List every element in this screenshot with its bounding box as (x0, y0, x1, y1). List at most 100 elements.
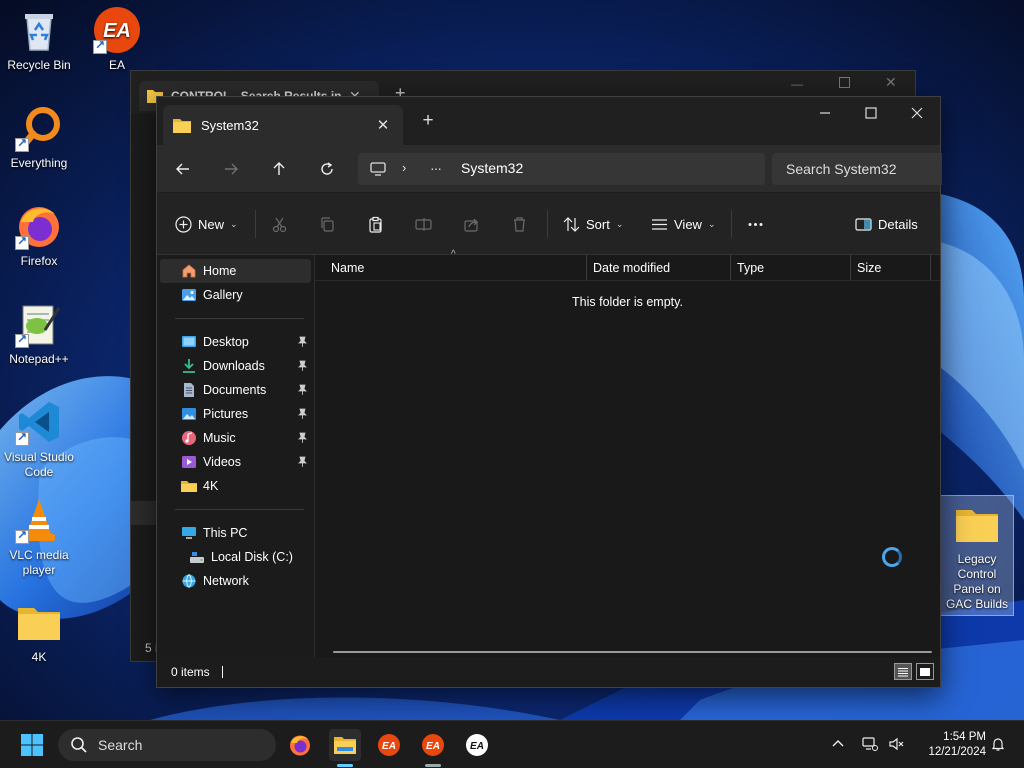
rename-button[interactable] (415, 212, 432, 236)
pin-icon[interactable] (297, 360, 308, 372)
details-view-button[interactable] (894, 663, 912, 680)
show-hidden-icons-button[interactable] (828, 734, 848, 754)
file-list-pane[interactable]: Name ^ Date modified Type Size This fold… (315, 249, 940, 657)
network-status-button[interactable] (860, 734, 880, 754)
new-button[interactable]: New ⌄ (175, 212, 238, 236)
this-pc-icon (181, 525, 197, 541)
divider (175, 509, 304, 510)
downloads-icon (181, 358, 197, 374)
paste-button[interactable] (367, 212, 384, 236)
large-icons-view-button[interactable] (916, 663, 934, 680)
clock-time: 1:54 PM (943, 731, 986, 743)
minimize-button[interactable] (802, 97, 848, 129)
desktop-icon-vlc[interactable]: VLC media player (0, 496, 78, 578)
maximize-button[interactable] (848, 97, 894, 129)
navigation-pane[interactable]: Home Gallery Desktop Downloads Documents (157, 255, 315, 657)
nav-item-downloads[interactable]: Downloads (157, 354, 314, 378)
maximize-button[interactable] (839, 77, 850, 88)
nav-item-4k[interactable]: 4K (157, 474, 314, 498)
back-button[interactable] (171, 158, 195, 180)
notifications-button[interactable] (988, 734, 1008, 754)
column-header-type[interactable]: Type (731, 254, 851, 281)
nav-item-label: Downloads (203, 359, 265, 373)
nav-item-home[interactable]: Home (160, 259, 311, 283)
nav-item-desktop[interactable]: Desktop (157, 330, 314, 354)
close-tab-icon[interactable]: ✕ (373, 116, 393, 134)
everything-search-icon (15, 104, 63, 152)
column-header-name[interactable]: Name ^ (315, 249, 587, 281)
details-pane-button[interactable]: Details (855, 212, 918, 236)
close-window-button[interactable]: ✕ (885, 74, 897, 91)
nav-item-network[interactable]: Network (157, 569, 314, 593)
nav-item-local-disk-c[interactable]: Local Disk (C:) (157, 545, 314, 569)
desktop-icon-recycle-bin[interactable]: Recycle Bin (0, 6, 78, 73)
horizontal-scrollbar[interactable] (333, 651, 932, 653)
close-window-button[interactable] (894, 97, 940, 129)
desktop-icon-ea[interactable]: EA EA (78, 6, 156, 73)
chevron-right-icon[interactable]: › (402, 160, 406, 175)
minimize-button[interactable]: — (791, 77, 803, 91)
up-button[interactable] (267, 158, 291, 180)
new-tab-button[interactable]: + (417, 111, 439, 133)
pin-icon[interactable] (297, 336, 308, 348)
desktop-icon-everything[interactable]: Everything (0, 104, 78, 171)
file-explorer-window[interactable]: System32 ✕ + › ··· System32 Search Syste… (156, 96, 942, 688)
pin-icon[interactable] (297, 432, 308, 444)
view-button[interactable]: View ⌄ (651, 212, 716, 236)
nav-item-pictures[interactable]: Pictures (157, 402, 314, 426)
pin-icon[interactable] (297, 456, 308, 468)
column-header-label: Date modified (593, 260, 671, 275)
taskbar-ea-launcher[interactable]: EA (461, 729, 493, 761)
taskbar-firefox[interactable] (284, 729, 316, 761)
pin-icon[interactable] (297, 408, 308, 420)
desktop-icon-label: Everything (10, 156, 68, 170)
clock-date: 12/21/2024 (928, 746, 986, 758)
search-input[interactable]: Search System32 (772, 153, 942, 185)
start-button[interactable] (16, 729, 48, 761)
tiles-view-icon (920, 667, 930, 676)
sort-button[interactable]: Sort ⌄ (563, 212, 623, 236)
taskbar-ea-app-2[interactable]: EA (417, 729, 449, 761)
taskbar-file-explorer[interactable] (329, 729, 361, 761)
share-button[interactable] (463, 212, 480, 236)
desktop-icon-label: VLC media player (9, 548, 69, 577)
refresh-icon (321, 162, 333, 175)
drive-icon (189, 549, 205, 565)
desktop-icon-vscode[interactable]: Visual Studio Code (0, 398, 78, 480)
nav-item-this-pc[interactable]: This PC (157, 521, 314, 545)
forward-button[interactable] (219, 158, 243, 180)
desktop-icon-firefox[interactable]: Firefox (0, 202, 78, 269)
taskbar-clock[interactable]: 1:54 PM 12/21/2024 (912, 730, 986, 760)
desktop-icon-notepad-plus-plus[interactable]: Notepad++ (0, 300, 78, 367)
desktop-icon-folder-4k[interactable]: 4K (0, 598, 78, 665)
desktop-icon-legacy-control-panel[interactable]: Legacy Control Panel on GAC Builds (940, 495, 1014, 616)
taskbar-search-box[interactable]: Search (58, 729, 276, 761)
refresh-button[interactable] (315, 158, 339, 180)
column-header-size[interactable]: Size (851, 254, 931, 281)
nav-item-videos[interactable]: Videos (157, 450, 314, 474)
pictures-icon (181, 406, 197, 422)
nav-item-documents[interactable]: Documents (157, 378, 314, 402)
volume-button[interactable] (886, 734, 906, 754)
nav-item-music[interactable]: Music (157, 426, 314, 450)
copy-button[interactable] (319, 212, 336, 236)
address-bar[interactable]: › ··· System32 (358, 153, 765, 185)
tab-system32[interactable]: System32 ✕ (163, 105, 403, 145)
folder-icon (173, 118, 191, 133)
taskbar-ea-app[interactable]: EA (373, 729, 405, 761)
breadcrumb-overflow-button[interactable]: ··· (430, 160, 442, 176)
breadcrumb-current[interactable]: System32 (461, 160, 523, 176)
sort-label: Sort (586, 216, 610, 232)
details-label: Details (878, 216, 918, 232)
sort-icon (563, 216, 580, 232)
column-header-date-modified[interactable]: Date modified (587, 254, 731, 281)
cut-button[interactable] (271, 212, 288, 236)
nav-item-label: Videos (203, 455, 241, 469)
pin-icon[interactable] (297, 384, 308, 396)
network-disconnected-icon (862, 737, 878, 751)
column-headers: Name ^ Date modified Type Size (315, 249, 940, 281)
nav-item-gallery[interactable]: Gallery (157, 283, 314, 307)
delete-button[interactable] (511, 212, 528, 236)
desktop-icon (181, 334, 197, 350)
more-options-button[interactable] (747, 212, 764, 236)
